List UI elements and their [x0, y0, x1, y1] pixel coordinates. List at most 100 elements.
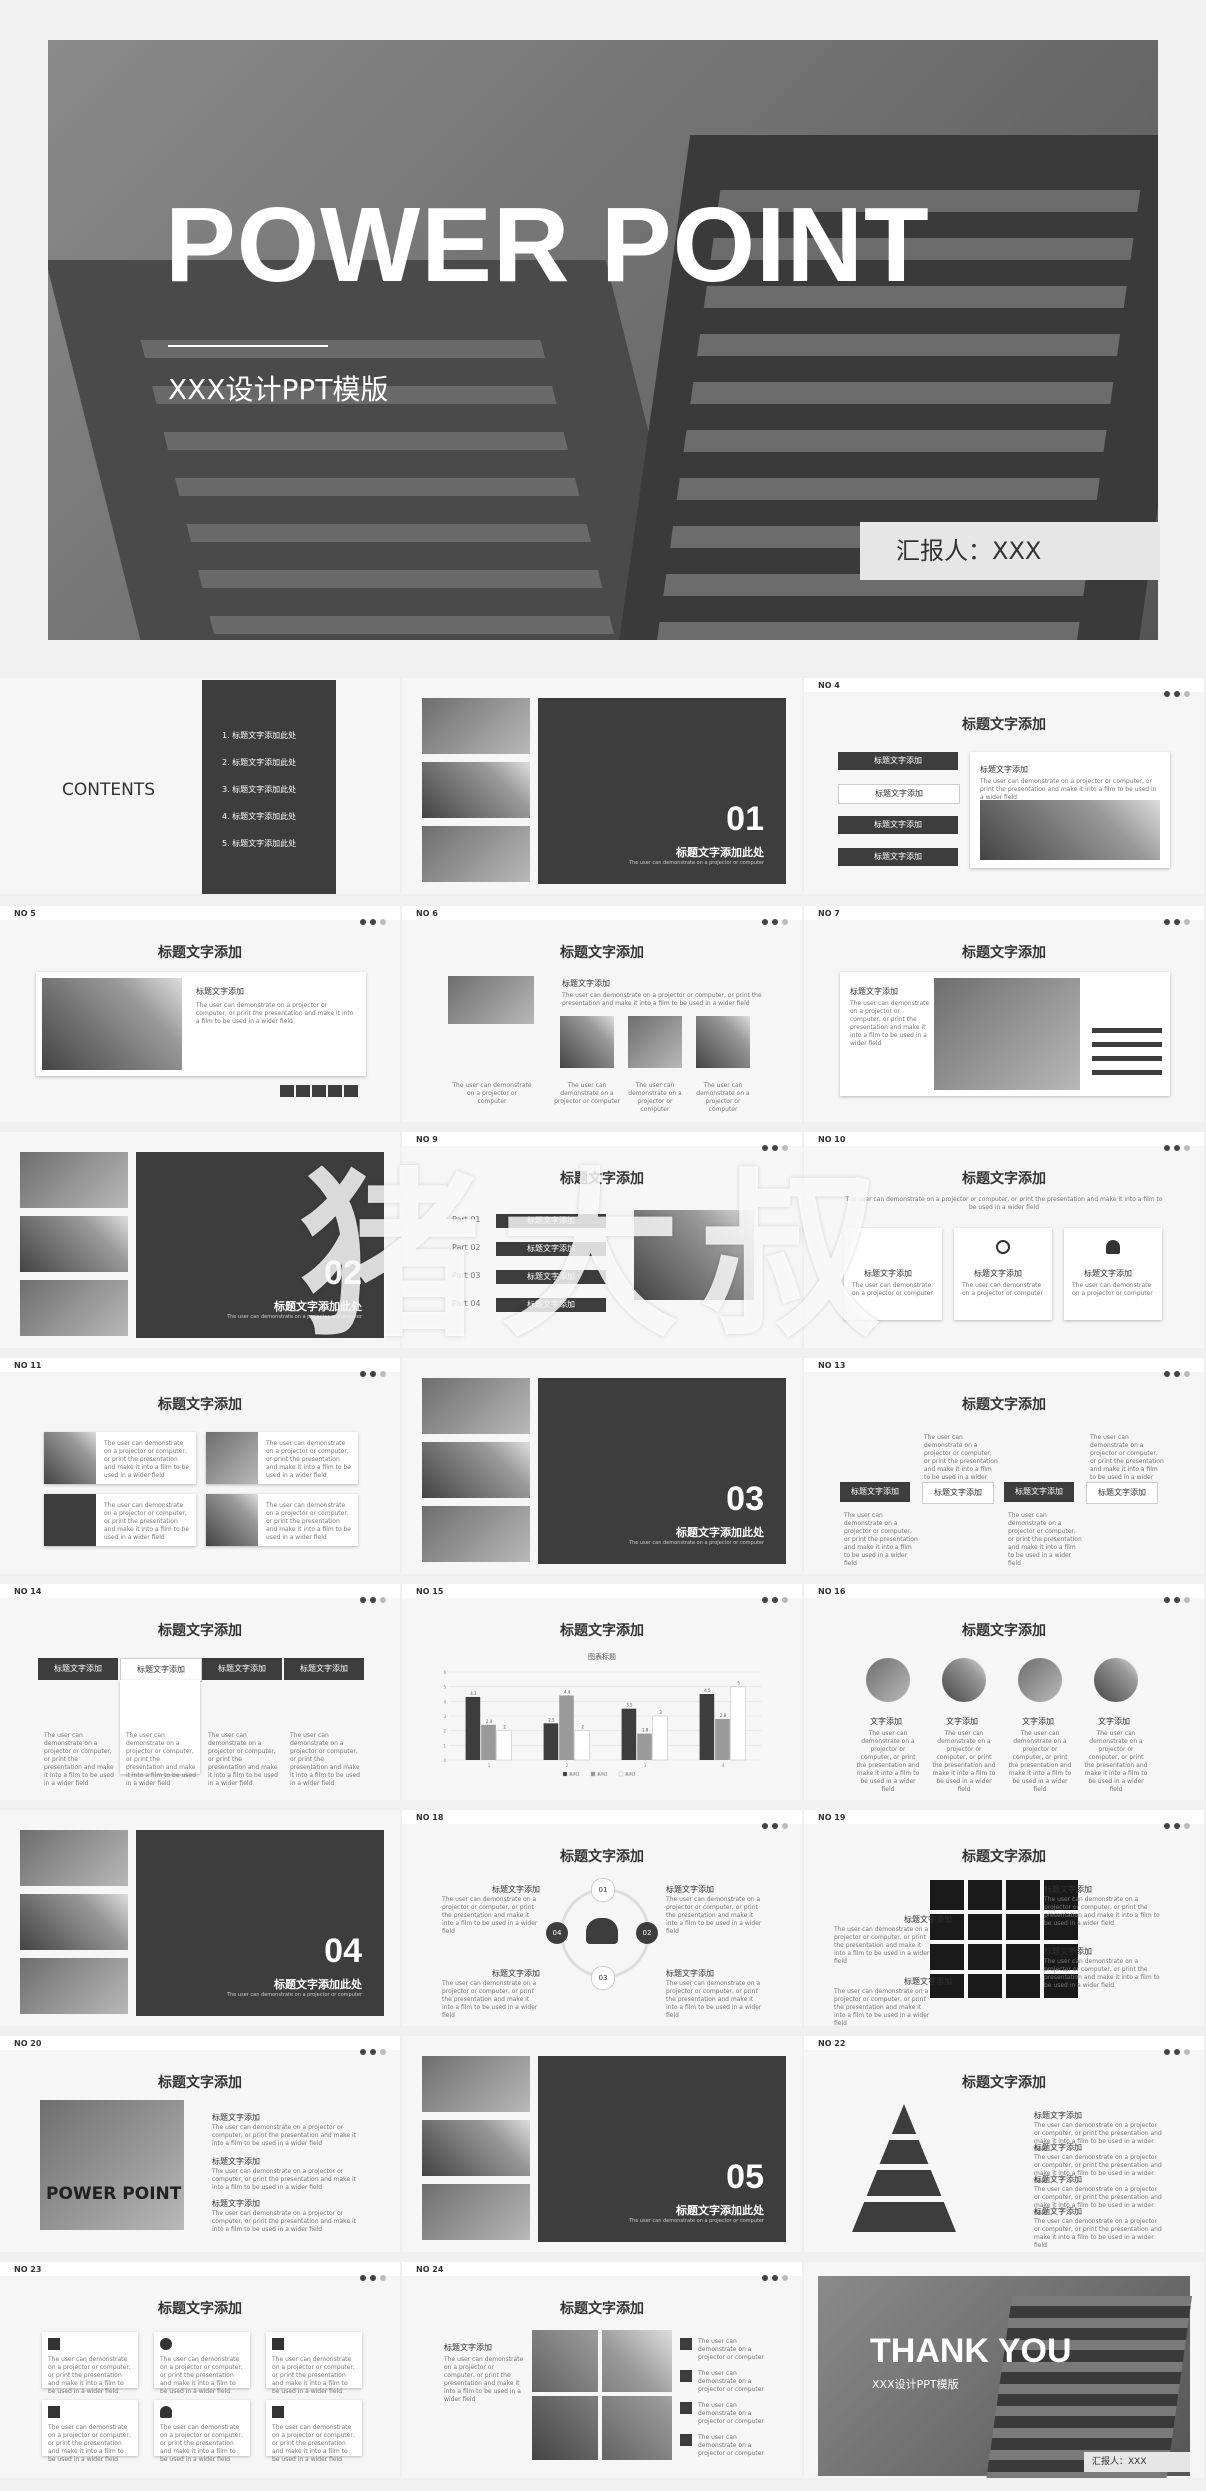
item-photo — [206, 1432, 258, 1484]
item-card: The user can demonstrate on a projector … — [44, 1494, 196, 1546]
section-photo — [422, 698, 530, 754]
bar-data-label: 3 — [659, 1710, 662, 1715]
legend-swatch — [590, 1771, 596, 1777]
search-icon[interactable] — [312, 1085, 326, 1097]
mosaic-title: 标题文字添加 — [1044, 1947, 1092, 1956]
section-caption: The user can demonstrate on a projector … — [227, 1992, 362, 1998]
point-text: The user can demonstrate on a projector … — [212, 2168, 357, 2191]
tab-button[interactable]: 标题文字添加 — [838, 816, 958, 834]
slide-number: NO 20 — [14, 2039, 42, 2048]
edit-icon — [272, 2406, 284, 2418]
legend-label: 系列2 — [597, 1771, 608, 1777]
cycle-title: 标题文字添加 — [492, 1885, 540, 1894]
slide-dots — [1160, 2040, 1190, 2059]
bar-data-label: 2.8 — [720, 1713, 727, 1718]
cycle-node: 03 — [591, 1966, 615, 1990]
chart-bar — [730, 1686, 746, 1761]
feature-text: The user can demonstrate on a projector … — [1072, 1282, 1153, 1297]
y-tick-label: 1 — [443, 1743, 446, 1748]
bullet-text: The user can demonstrate on a projector … — [698, 2402, 764, 2425]
slide-24[interactable]: NO 24 标题文字添加 标题文字添加 The user can demonst… — [402, 2262, 802, 2478]
slide-title: 标题文字添加 — [962, 1623, 1046, 1639]
slide-19[interactable]: NO 19 标题文字添加 标题文字添加 The user can demonst… — [804, 1810, 1204, 2026]
slide-title: 标题文字添加 — [158, 1397, 242, 1413]
chart-icon — [272, 2338, 284, 2350]
tab-button[interactable]: 标题文字添加 — [284, 1658, 364, 1680]
section-photo — [20, 1830, 128, 1886]
contents-item: 4. 标题文字添加此处 — [222, 812, 297, 821]
contents-item: 5. 标题文字添加此处 — [222, 839, 297, 848]
feature-card: The user can demonstrate on a projector … — [154, 2400, 250, 2463]
tab-button[interactable]: 标题文字添加 — [838, 848, 958, 866]
bullet-icon — [680, 2434, 692, 2446]
slide-16[interactable]: NO 16 标题文字添加 文字添加 文字添加 文字添加 文字添加 The use… — [804, 1584, 1204, 1800]
gallery-photo — [696, 1016, 750, 1068]
chart-bar — [637, 1733, 652, 1760]
slide-7[interactable]: NO 7 标题文字添加 标题文字添加 The user can demonstr… — [804, 906, 1204, 1122]
slide-18[interactable]: NO 18 标题文字添加 01 02 03 04 标题文字添加 The user… — [402, 1810, 802, 2026]
tab-button[interactable]: 标题文字添加 — [38, 1658, 118, 1680]
target-icon — [160, 2338, 172, 2350]
y-tick-label: 5 — [443, 1685, 446, 1690]
slide-section-03[interactable]: 03 标题文字添加此处 The user can demonstrate on … — [402, 1358, 802, 1574]
slide-11[interactable]: NO 11 标题文字添加 The user can demonstrate on… — [0, 1358, 400, 1574]
grid-icon[interactable] — [296, 1085, 310, 1097]
slide-dots — [758, 1814, 788, 1833]
tab-text: The user can demonstrate on a projector … — [208, 1732, 278, 1787]
cycle-text: The user can demonstrate on a projector … — [666, 1980, 762, 2019]
slide-thank-you[interactable]: THANK YOU XXX设计PPT模版 汇报人：XXX — [804, 2262, 1204, 2478]
circle-text: The user can demonstrate on a projector … — [856, 1730, 920, 1793]
slide-5[interactable]: NO 5 标题文字添加 标题文字添加 The user can demonstr… — [0, 906, 400, 1122]
mosaic-title: 标题文字添加 — [904, 1915, 952, 1924]
card-title: 标题文字添加 — [850, 987, 898, 996]
gallery-photo — [628, 1016, 682, 1068]
icon-row — [280, 1082, 358, 1101]
slide-title: 标题文字添加 — [962, 945, 1046, 961]
share-icon[interactable] — [280, 1085, 294, 1097]
slide-4[interactable]: NO 4 标题文字添加 标题文字添加 标题文字添加 标题文字添加 标题文字添加 … — [804, 678, 1204, 894]
slide-title: 标题文字添加 — [158, 2301, 242, 2317]
slide-section-05[interactable]: 05 标题文字添加此处 The user can demonstrate on … — [402, 2036, 802, 2252]
bullet-icon — [680, 2402, 692, 2414]
camera-icon[interactable] — [328, 1085, 342, 1097]
step-arrow[interactable]: 标题文字添加 — [1086, 1482, 1158, 1504]
caption: The user can demonstrate on a projector … — [452, 1082, 532, 1105]
point-text: The user can demonstrate on a projector … — [212, 2210, 357, 2233]
user-icon[interactable] — [344, 1085, 358, 1097]
step-arrow[interactable]: 标题文字添加 — [840, 1482, 910, 1502]
slide-23[interactable]: NO 23 标题文字添加 The user can demonstrate on… — [0, 2262, 400, 2478]
tab-button[interactable]: 标题文字添加 — [838, 752, 958, 770]
gallery-photo — [560, 1016, 614, 1068]
slide-15-chart[interactable]: NO 15 标题文字添加 图表标题 0 1 2 3 4 5 6 4.3 2.4 2 1 2.5 4.4 2… — [402, 1584, 802, 1800]
slide-13[interactable]: NO 13 标题文字添加 The user can demonstrate on… — [804, 1358, 1204, 1574]
slide-title: 标题文字添加 — [962, 717, 1046, 733]
chart-bar — [543, 1723, 559, 1760]
photo-split — [532, 2392, 672, 2396]
slide-14[interactable]: NO 14 标题文字添加 标题文字添加 标题文字添加 标题文字添加 标题文字添加… — [0, 1584, 400, 1800]
slide-20[interactable]: NO 20 标题文字添加 POWER POINT 标题文字添加 The user… — [0, 2036, 400, 2252]
slide-dots — [356, 910, 386, 929]
slide-6[interactable]: NO 6 标题文字添加 标题文字添加 The user can demonstr… — [402, 906, 802, 1122]
step-arrow[interactable]: 标题文字添加 — [1004, 1482, 1074, 1502]
item-text: The user can demonstrate on a projector … — [266, 1502, 352, 1541]
y-tick-label: 4 — [443, 1699, 446, 1704]
section-title: 标题文字添加此处 — [676, 846, 764, 859]
tab-button[interactable]: 标题文字添加 — [838, 784, 960, 804]
slide-section-04[interactable]: 04 标题文字添加此处 The user can demonstrate on … — [0, 1810, 400, 2026]
slide-contents[interactable]: CONTENTS 1. 标题文字添加此处 2. 标题文字添加此处 3. 标题文字… — [0, 678, 400, 894]
chart-bar — [481, 1724, 496, 1760]
section-photo — [422, 762, 530, 818]
chart-bar — [496, 1730, 512, 1761]
user-icon — [160, 2406, 172, 2418]
slide-dots — [758, 1588, 788, 1607]
circle-photo — [1018, 1658, 1062, 1702]
step-arrow[interactable]: 标题文字添加 — [922, 1482, 994, 1504]
tab-button[interactable]: 标题文字添加 — [202, 1658, 282, 1680]
slide-section-01[interactable]: 01 标题文字添加此处 The user can demonstrate on … — [402, 678, 802, 894]
tab-button[interactable]: 标题文字添加 — [120, 1658, 202, 1682]
bar-data-label: 2.4 — [486, 1719, 493, 1724]
slide-number: NO 18 — [416, 1813, 444, 1822]
slide-title: 标题文字添加 — [158, 945, 242, 961]
slide-22[interactable]: NO 22 标题文字添加 标题文字添加 The user can demonst… — [804, 2036, 1204, 2252]
slide-dots — [758, 2266, 788, 2285]
